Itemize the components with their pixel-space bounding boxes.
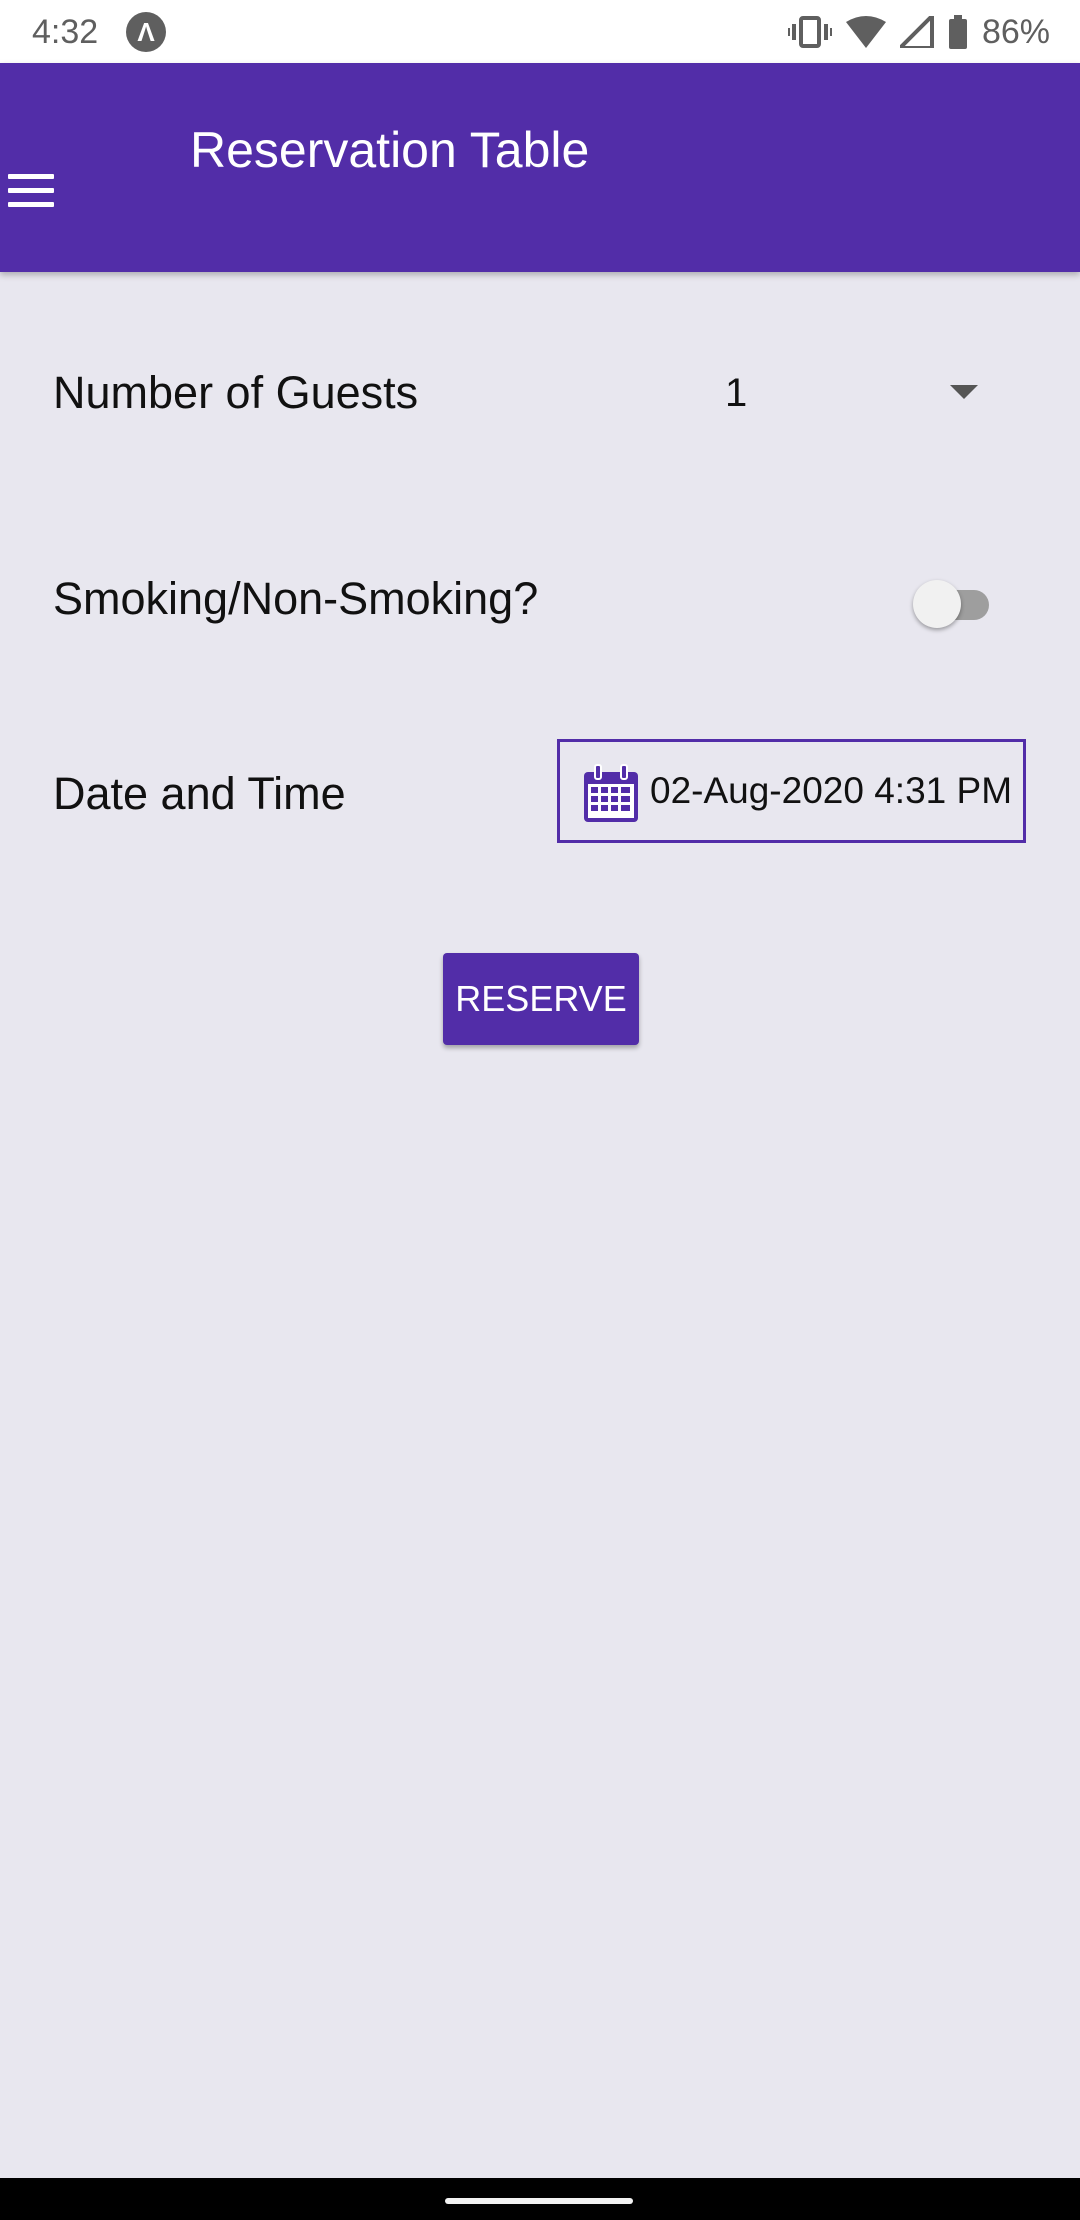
- vibrate-icon: [787, 16, 832, 48]
- smoking-label: Smoking/Non-Smoking?: [53, 573, 539, 624]
- app-bar: Reservation Table: [0, 63, 1080, 272]
- guests-label: Number of Guests: [53, 367, 419, 418]
- hamburger-menu-icon[interactable]: [8, 174, 56, 222]
- datetime-label: Date and Time: [53, 768, 346, 819]
- battery-icon: [948, 15, 967, 49]
- datetime-picker-button[interactable]: 02-Aug-2020 4:31 PM: [557, 739, 1026, 843]
- toggle-thumb: [913, 580, 961, 628]
- calendar-icon: [584, 764, 638, 822]
- battery-percent: 86%: [981, 13, 1050, 51]
- navigation-bar: [0, 2178, 1080, 2220]
- dropdown-arrow-icon: [950, 385, 978, 399]
- smoking-toggle[interactable]: [913, 577, 997, 628]
- page-title: Reservation Table: [190, 122, 590, 178]
- status-icons: 86%: [787, 10, 1050, 54]
- guests-select[interactable]: 1: [720, 355, 1000, 431]
- datetime-value: 02-Aug-2020 4:31 PM: [650, 770, 1013, 811]
- status-time: 4:32: [32, 13, 99, 51]
- reserve-button[interactable]: RESERVE: [443, 953, 639, 1045]
- signal-icon: [899, 16, 934, 48]
- notification-app-icon: Λ: [126, 12, 166, 52]
- guests-selected-value: 1: [725, 371, 748, 415]
- status-bar: 4:32 Λ 86%: [0, 0, 1080, 63]
- home-handle[interactable]: [445, 2198, 633, 2204]
- wifi-icon: [845, 16, 886, 48]
